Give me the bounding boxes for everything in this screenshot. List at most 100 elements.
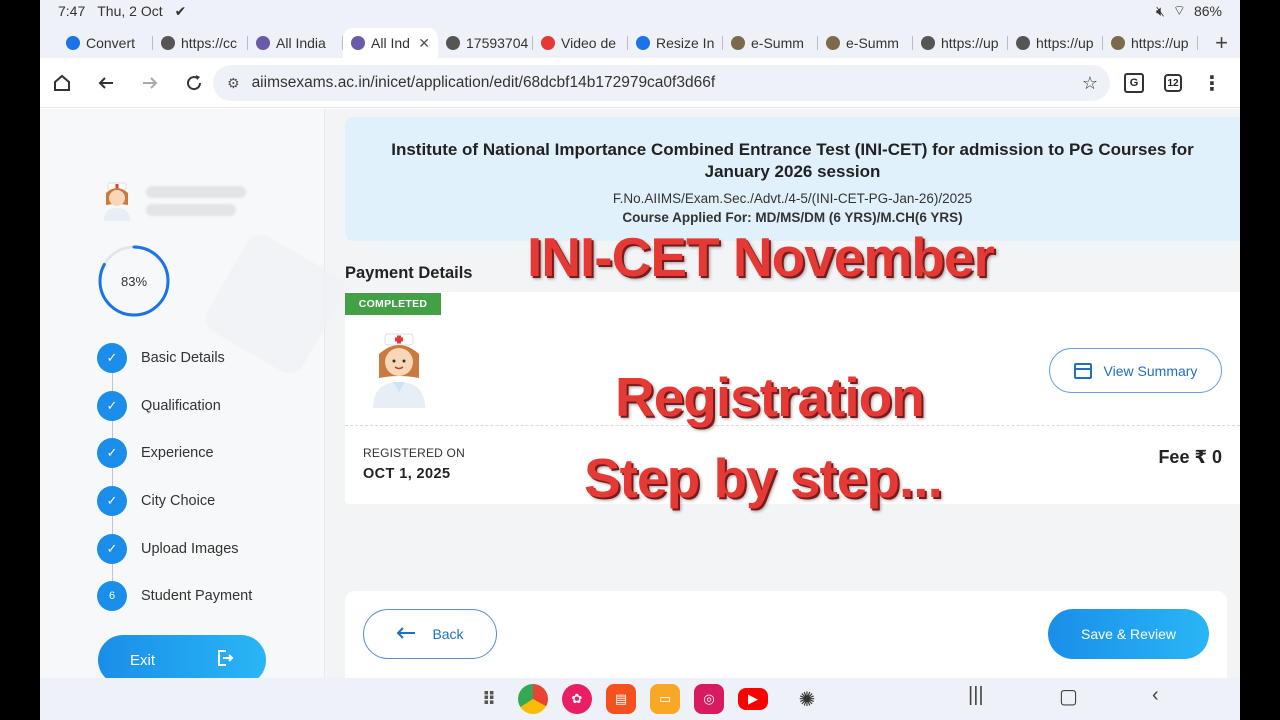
tab-label: https://up [941,35,999,51]
step-list: ✓ Basic Details ✓ Qualification ✓ Experience ✓… [97,334,317,620]
step-item[interactable]: ✓ Basic Details [97,334,317,382]
form-footer: Back Save & Review [345,591,1227,678]
browser-tab[interactable]: https://up [1103,28,1198,58]
clock: 7:47 [58,3,86,19]
tab-favicon-icon [351,36,365,50]
sidebar: 83% ✓ Basic Details ✓ Qualification ✓ Experie… [40,109,351,678]
save-review-button[interactable]: Save & Review [1048,609,1209,659]
browser-tab[interactable]: e-Summ [818,28,913,58]
reload-icon[interactable] [172,61,216,105]
forward-arrow-icon[interactable] [128,61,172,105]
advertisement-ref: F.No.AIIMS/Exam.Sec./Advt./4-5/(INI-CET-… [612,191,973,206]
tab-label: All Ind [371,35,410,51]
tab-favicon-icon [826,36,840,50]
address-bar[interactable]: ⚙ aiimsexams.ac.in/inicet/application/ed… [213,65,1110,101]
chatgpt-icon[interactable]: ✺ [792,684,822,714]
browser-tab[interactable]: 17593704 [438,28,533,58]
step-check-icon: ✓ [97,342,127,373]
left-arrow-icon [396,623,416,646]
tab-favicon-icon [161,36,175,50]
home-button-icon[interactable]: ▢ [1059,684,1078,709]
date: Thu, 2 Oct [97,3,163,19]
tab-label: Convert [86,35,136,51]
tab-label: https://cc [181,35,238,51]
system-back-icon[interactable]: ‹ [1152,684,1159,707]
view-summary-button[interactable]: View Summary [1049,348,1222,393]
new-tab-button[interactable]: + [1215,28,1228,58]
wifi-icon: ⌔ [1172,2,1186,18]
tab-favicon-icon [66,36,80,50]
browser-tab[interactable]: Resize In [628,28,723,58]
tab-label: Video de [561,35,617,51]
tab-label: https://up [1131,35,1189,51]
browser-toolbar: ⚙ aiimsexams.ac.in/inicet/application/ed… [40,58,1240,108]
gallery-icon[interactable]: ✿ [562,684,592,714]
registered-on-label: REGISTERED ON [363,446,465,460]
exam-title: Institute of National Importance Combine… [391,140,1194,181]
tab-label: 17593704 [466,35,529,51]
overlay-title-line-1: INI-CET November [527,226,995,288]
browser-tab[interactable]: All Ind ✕ [343,28,438,58]
tab-favicon-icon [921,36,935,50]
right-letterbox [1240,0,1280,720]
step-check-icon: ✓ [97,485,127,516]
back-arrow-icon[interactable] [84,61,128,105]
step-check-icon: ✓ [97,533,127,564]
tab-label: e-Summ [751,35,804,51]
tab-favicon-icon [731,36,745,50]
url-text: aiimsexams.ac.in/inicet/application/edit… [251,74,716,91]
browser-tab[interactable]: https://cc [153,28,248,58]
view-summary-label: View Summary [1103,362,1198,379]
instagram-icon[interactable]: ◎ [694,684,724,714]
files-icon[interactable]: ▭ [650,684,680,714]
tab-label: https://up [1036,35,1094,51]
exit-button[interactable]: Exit [98,635,266,678]
browser-tab-strip: Convert https://cc All India All Ind ✕ 17593… [40,22,1240,58]
overlay-title-line-3: Step by step... [584,447,943,509]
tab-favicon-icon [1016,36,1030,50]
tab-label: e-Summ [846,35,899,51]
notes-icon[interactable]: ▤ [606,684,636,714]
exam-header-card: Institute of National Importance Combine… [345,117,1240,241]
step-item[interactable]: ✓ Qualification [97,382,317,430]
youtube-icon[interactable]: ▶ [738,688,768,710]
tab-label: All India [276,35,326,51]
back-button[interactable]: Back [363,609,497,659]
step-label: Experience [141,445,214,462]
step-item[interactable]: ✓ Experience [97,429,317,477]
site-settings-icon[interactable]: ⚙ [227,75,240,92]
step-item[interactable]: ✓ City Choice [97,477,317,525]
tab-close-icon[interactable]: ✕ [418,35,430,52]
recent-apps-icon[interactable]: ||| [968,684,984,707]
nurse-illustration-icon [373,333,425,408]
browser-tab[interactable]: e-Summ [723,28,818,58]
mute-icon: 🔇︎ [1155,2,1165,19]
home-icon[interactable] [40,61,84,105]
browser-tab[interactable]: https://up [913,28,1008,58]
payment-section-title: Payment Details [345,264,473,282]
tab-favicon-icon [636,36,650,50]
browser-tab[interactable]: Convert [58,28,153,58]
battery-level: 86% [1193,3,1222,19]
logout-icon [216,649,234,672]
step-label: Basic Details [141,349,225,366]
step-label: City Choice [141,492,216,509]
step-item[interactable]: 6 Student Payment [97,572,317,620]
bookmark-star-icon[interactable]: ☆ [1082,73,1098,94]
status-badge: COMPLETED [345,293,441,315]
more-menu-icon[interactable]: ⋮ [1202,71,1222,96]
user-profile [100,181,246,221]
step-item[interactable]: ✓ Upload Images [97,525,317,573]
tab-count-button[interactable]: 12 [1164,74,1182,92]
app-drawer-icon[interactable]: ⠿ [474,684,504,714]
step-label: Qualification [141,397,221,414]
browser-tab[interactable]: Video de [533,28,628,58]
browser-tab[interactable]: All India [248,28,343,58]
step-check-icon: ✓ [97,390,127,421]
browser-tab[interactable]: https://up [1008,28,1103,58]
chrome-icon[interactable] [518,684,548,714]
course-value: MD/MS/DM (6 YRS)/M.CH(6 YRS) [755,210,963,225]
system-status-bar: 7:47 Thu, 2 Oct ✔ 🔇︎ ⌔ 86% [40,0,1240,22]
translate-icon[interactable]: G [1124,73,1144,93]
overlay-title-line-2: Registration [615,366,925,428]
